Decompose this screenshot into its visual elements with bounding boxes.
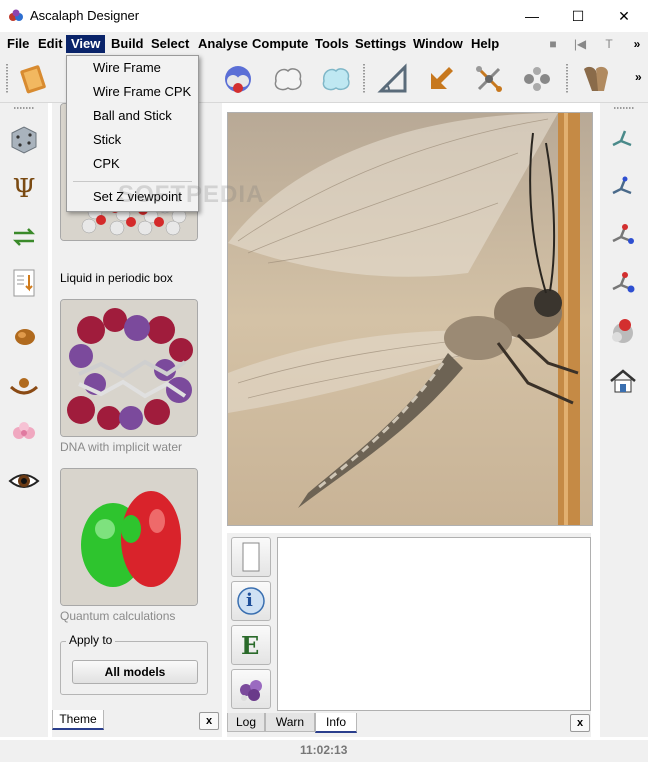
fragment-icon[interactable] [519,61,555,97]
menu-file[interactable]: File [2,35,34,53]
molecule-cluster-icon [240,680,262,701]
menu-item-stick[interactable]: Stick [69,129,196,151]
maximize-button[interactable]: ☐ [555,0,601,32]
log-text-area[interactable] [277,537,591,711]
toolbar-separator-2 [566,64,568,94]
molecule-button[interactable] [231,669,271,709]
toolbar-grip[interactable] [6,64,8,94]
seed-icon[interactable] [8,319,40,351]
menu-help[interactable]: Help [466,35,504,53]
menu-bar: File Edit View Build Select Analyse Comp… [0,32,648,56]
tab-info[interactable]: Info [315,713,357,733]
tab-log[interactable]: Log [227,713,265,732]
caption-liquid-periodic-box: Liquid in periodic box [60,271,173,285]
bowl-icon[interactable] [8,369,40,401]
angle-tool-icon[interactable] [375,61,411,97]
surface-outline-icon[interactable] [270,61,306,97]
thumb-dna-implicit-water[interactable] [60,299,198,437]
document-list-icon[interactable] [8,267,40,299]
caption-dna-implicit-water: DNA with implicit water [60,440,183,454]
e-button[interactable]: E [231,625,271,665]
e-glyph: E [241,631,260,660]
left-dock: Ψ [0,103,48,737]
all-models-button[interactable]: All models [72,660,198,684]
tab-warn[interactable]: Warn [265,713,315,732]
menu-item-wire-frame-cpk[interactable]: Wire Frame CPK [69,81,196,103]
info-button[interactable]: i [231,581,271,621]
minimize-button[interactable]: — [509,0,555,32]
flower-icon[interactable] [8,417,40,449]
book-icon[interactable] [16,61,52,97]
menu-analyse[interactable]: Analyse [193,35,253,53]
menu-compute[interactable]: Compute [247,35,313,53]
surface-filled-icon[interactable] [318,61,354,97]
right-dock-grip[interactable] [614,107,634,109]
right-dock [600,103,648,737]
maximize-icon: ☐ [571,7,585,24]
text-t-icon[interactable]: T [601,36,617,52]
menu-item-ball-and-stick[interactable]: Ball and Stick [69,105,196,127]
minimize-icon: — [525,8,539,24]
caption-quantum-calculations: Quantum calculations [60,609,176,623]
page-icon [242,542,260,572]
menu-select[interactable]: Select [146,35,194,53]
new-page-button[interactable] [231,537,271,577]
menu-item-cpk[interactable]: CPK [69,153,196,175]
stop-icon[interactable]: ■ [545,36,561,52]
rewind-icon[interactable]: |◀ [572,36,588,52]
home-icon[interactable] [607,365,639,397]
stick-molecule-icon-4[interactable] [607,267,639,299]
cpk-molecule-icon[interactable] [607,315,639,347]
molecule-icon[interactable] [471,61,507,97]
title-bar: Ascalaph Designer — ☐ ✕ [0,0,648,33]
menu-tools[interactable]: Tools [310,35,354,53]
app-icon [9,9,23,21]
toolbar-overflow-icon[interactable]: » [635,70,642,84]
svg-text:Ψ: Ψ [13,174,36,203]
menu-view[interactable]: View [66,35,106,53]
menu-settings[interactable]: Settings [350,35,411,53]
molecule-viewer[interactable] [227,112,593,526]
arrow-icon[interactable] [423,61,459,97]
apply-to-label: Apply to [66,633,116,647]
eye-icon[interactable] [8,465,40,497]
menu-edit[interactable]: Edit [33,35,68,53]
watermark: SOFTPEDIA [118,181,265,208]
log-close-button[interactable]: x [570,714,590,732]
window-title: Ascalaph Designer [30,8,140,23]
left-dock-grip[interactable] [14,107,34,109]
info-glyph: i [246,590,253,611]
tooth-icon[interactable] [578,61,614,97]
sphere-model-icon[interactable] [220,61,256,97]
stick-molecule-icon-2[interactable] [607,171,639,203]
exchange-arrows-icon[interactable] [8,221,40,253]
dragonfly-photo [228,113,592,525]
close-icon: ✕ [618,7,630,24]
menu-window[interactable]: Window [408,35,468,53]
stick-molecule-icon-3[interactable] [607,219,639,251]
toolbar-separator [363,64,365,94]
status-time: 11:02:13 [300,743,348,757]
menu-build[interactable]: Build [106,35,149,53]
thumb-quantum-calculations[interactable] [60,468,198,606]
dice-icon[interactable] [8,123,40,155]
menubar-overflow-icon[interactable]: » [629,36,645,52]
menu-item-wire-frame[interactable]: Wire Frame [69,57,196,79]
theme-close-button[interactable]: x [199,712,219,730]
psi-icon[interactable]: Ψ [8,171,40,203]
stick-molecule-icon-1[interactable] [607,123,639,155]
log-panel: i E Log Warn Info x [227,533,591,737]
tab-theme[interactable]: Theme [52,710,104,730]
close-button[interactable]: ✕ [601,0,647,32]
